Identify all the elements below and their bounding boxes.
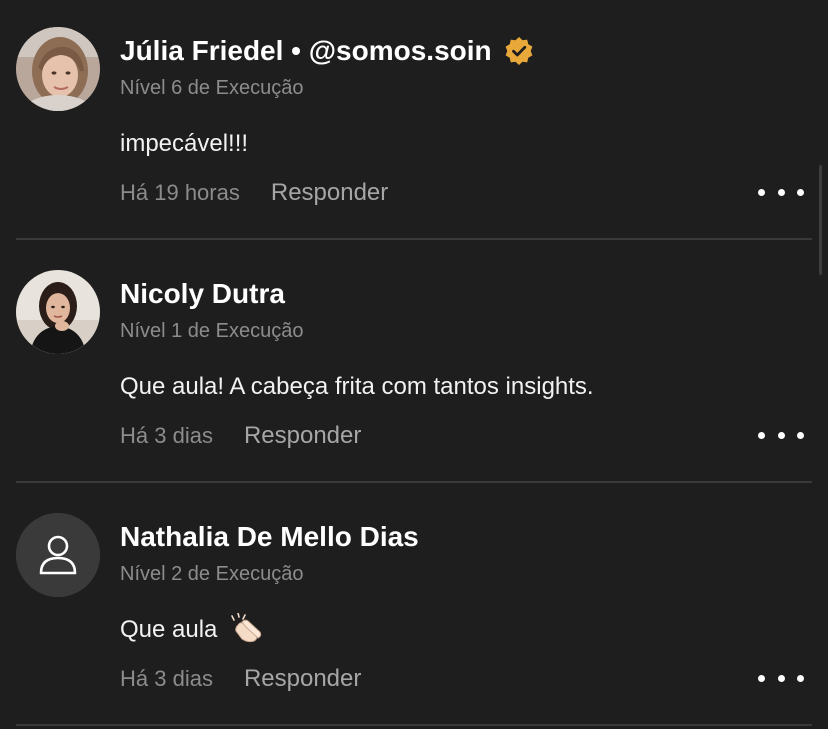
clapping-hands-emoji xyxy=(231,613,262,643)
comment-meta: Há 3 dias Responder xyxy=(120,662,361,696)
timestamp: Há 19 horas xyxy=(120,180,240,205)
comment-text: Que aula! A cabeça frita com tantos insi… xyxy=(120,370,594,404)
author-name[interactable]: Júlia Friedel • @somos.soin xyxy=(120,33,534,69)
user-level: Nível 2 de Execução xyxy=(120,563,304,585)
comment-item: Nathalia De Mello Dias Nível 2 de Execuç… xyxy=(0,486,828,729)
verified-badge-icon xyxy=(505,37,533,65)
divider xyxy=(16,238,812,240)
comment-list: Júlia Friedel • @somos.soin Nível 6 de E… xyxy=(0,0,828,729)
user-level: Nível 6 de Execução xyxy=(120,77,304,99)
user-level: Nível 1 de Execução xyxy=(120,320,304,342)
timestamp: Há 3 dias xyxy=(120,666,213,691)
author-label: Nicoly Dutra xyxy=(120,278,285,309)
author-label: Júlia Friedel • @somos.soin xyxy=(120,35,492,66)
comment-text-content: impecável!!! xyxy=(120,130,249,157)
user-photo-icon xyxy=(16,27,100,111)
author-name[interactable]: Nathalia De Mello Dias xyxy=(120,519,419,555)
divider xyxy=(16,724,812,726)
comment-text-content: Que aula xyxy=(120,616,218,643)
scrollbar[interactable] xyxy=(819,165,822,275)
timestamp: Há 3 dias xyxy=(120,423,213,448)
avatar[interactable] xyxy=(16,27,100,111)
comment-text: Que aula xyxy=(120,613,264,647)
avatar[interactable] xyxy=(16,513,100,597)
comment-meta: Há 19 horas Responder xyxy=(120,176,388,210)
reply-button[interactable]: Responder xyxy=(244,662,361,696)
author-name[interactable]: Nicoly Dutra xyxy=(120,276,285,312)
avatar[interactable] xyxy=(16,270,100,354)
reply-button[interactable]: Responder xyxy=(271,176,388,210)
more-options-icon[interactable] xyxy=(758,424,804,446)
comment-item: Júlia Friedel • @somos.soin Nível 6 de E… xyxy=(0,0,828,243)
comment-text: impecável!!! xyxy=(120,127,248,161)
comment-text-content: Que aula! A cabeça frita com tantos insi… xyxy=(120,373,594,400)
user-photo-icon xyxy=(16,270,100,354)
comment-meta: Há 3 dias Responder xyxy=(120,419,361,453)
reply-button[interactable]: Responder xyxy=(244,419,361,453)
divider xyxy=(16,481,812,483)
author-label: Nathalia De Mello Dias xyxy=(120,521,419,552)
more-options-icon[interactable] xyxy=(758,667,804,689)
comment-item: Nicoly Dutra Nível 1 de Execução Que aul… xyxy=(0,243,828,486)
default-user-icon xyxy=(16,513,100,597)
more-options-icon[interactable] xyxy=(758,181,804,203)
